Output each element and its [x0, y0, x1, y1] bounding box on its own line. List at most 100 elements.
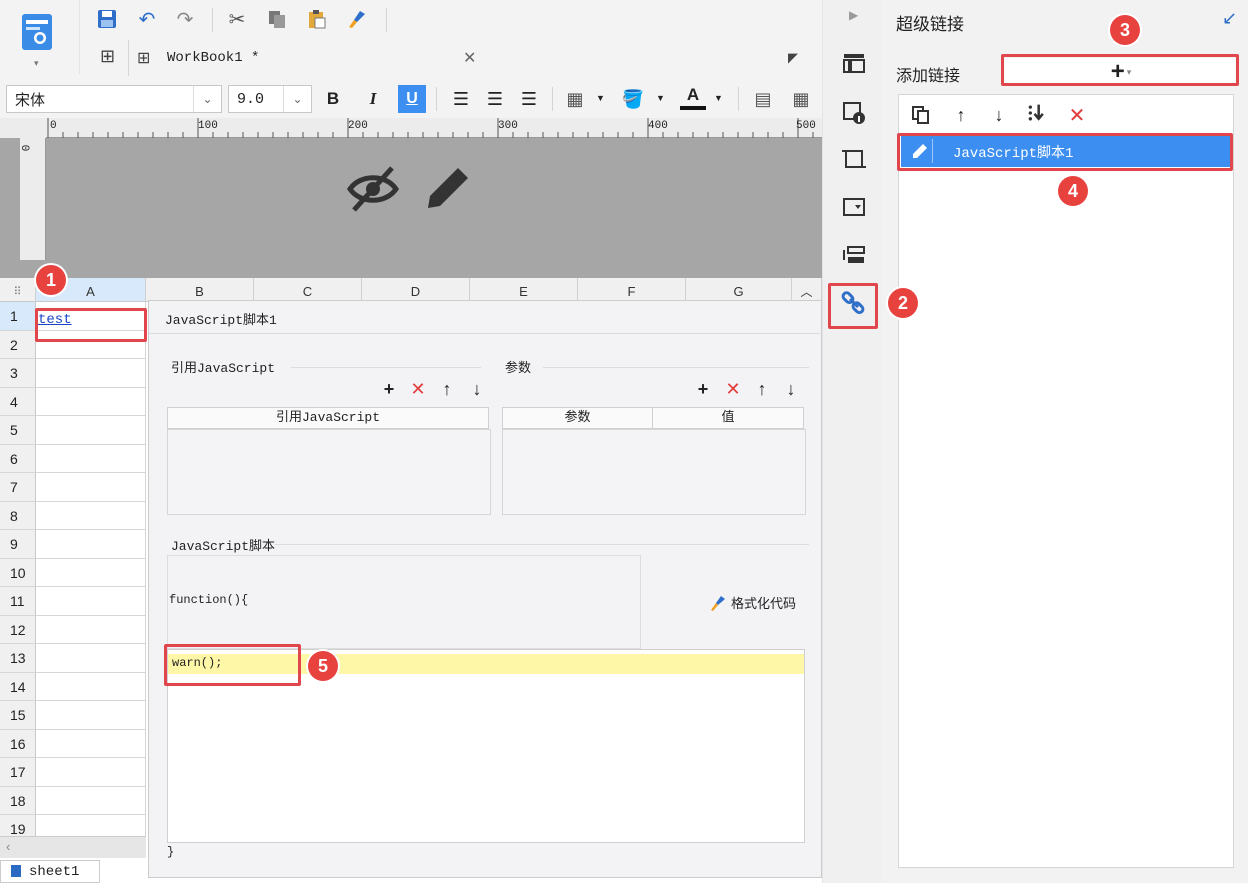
grid-cell[interactable]	[36, 473, 146, 502]
grid-cell[interactable]	[36, 786, 146, 815]
bold-icon[interactable]: B	[320, 86, 346, 112]
scroll-up-icon[interactable]: ︿	[792, 278, 822, 302]
copy-link-icon[interactable]	[911, 105, 931, 125]
row-header[interactable]: 16	[0, 729, 36, 758]
merge-cells-icon[interactable]: ▤	[750, 86, 776, 112]
grid-cell[interactable]	[36, 615, 146, 644]
row-header[interactable]: 12	[0, 615, 36, 644]
horizontal-scrollbar[interactable]: ‹	[0, 836, 146, 858]
add-param-icon[interactable]: +	[693, 379, 713, 399]
border-frame-icon[interactable]	[837, 142, 871, 176]
redo-icon[interactable]: ↷	[172, 6, 198, 32]
grid-cell[interactable]	[36, 359, 146, 388]
row-header[interactable]: 8	[0, 501, 36, 530]
italic-icon[interactable]: I	[360, 86, 386, 112]
row-header[interactable]: 2	[0, 330, 36, 359]
hide-eye-icon[interactable]	[346, 162, 400, 216]
cell-element-icon[interactable]	[837, 96, 871, 130]
collapse-arrow-icon[interactable]: ▶	[849, 8, 858, 22]
row-header[interactable]: 17	[0, 758, 36, 787]
logo-dropdown-icon[interactable]: ▾	[34, 58, 39, 69]
align-right-icon[interactable]: ☰	[516, 86, 542, 112]
edit-pencil-icon[interactable]	[424, 162, 474, 212]
column-header[interactable]: D	[362, 278, 470, 302]
row-header[interactable]: 14	[0, 672, 36, 701]
chevron-down-icon[interactable]: ▼	[596, 93, 605, 103]
font-name-select[interactable]: 宋体 ⌄	[6, 85, 222, 113]
row-header[interactable]: 5	[0, 416, 36, 445]
split-cells-icon[interactable]: ▦	[788, 86, 814, 112]
params-table-body[interactable]	[502, 429, 806, 515]
row-header[interactable]: 11	[0, 587, 36, 616]
grid-cell[interactable]	[36, 416, 146, 445]
ref-table-body[interactable]	[167, 429, 491, 515]
fill-color-icon[interactable]: 🪣	[620, 86, 646, 112]
font-color-icon[interactable]: A	[680, 84, 706, 110]
annotation-box-code	[164, 644, 301, 686]
column-header[interactable]: F	[578, 278, 686, 302]
grid-cell[interactable]	[36, 644, 146, 673]
undo-icon[interactable]: ↶	[134, 6, 160, 32]
row-header[interactable]: 3	[0, 359, 36, 388]
collapse-panel-icon[interactable]: ↙	[1222, 8, 1237, 29]
align-center-icon[interactable]: ☰	[482, 86, 508, 112]
delete-param-icon[interactable]: ✕	[723, 379, 743, 399]
delete-ref-icon[interactable]: ✕	[408, 379, 428, 399]
font-size-select[interactable]: 9.0 ⌄	[228, 85, 312, 113]
move-down-ref-icon[interactable]: ↓	[467, 379, 487, 399]
cut-icon[interactable]: ✂	[224, 6, 250, 32]
align-left-icon[interactable]: ☰	[448, 86, 474, 112]
grid-cell[interactable]	[36, 558, 146, 587]
new-workbook-icon[interactable]: ⊞	[100, 46, 115, 67]
chevron-down-icon[interactable]: ▼	[656, 93, 665, 103]
grid-cell[interactable]	[36, 672, 146, 701]
add-ref-icon[interactable]: +	[379, 379, 399, 399]
cell-attribute-icon[interactable]	[837, 46, 871, 80]
widget-icon[interactable]	[837, 190, 871, 224]
workbook-tab[interactable]: ⊞ WorkBook1 * ✕	[128, 40, 484, 76]
sort-link-icon[interactable]	[1027, 103, 1047, 123]
grid-cell[interactable]	[36, 701, 146, 730]
move-up-ref-icon[interactable]: ↑	[437, 379, 457, 399]
format-code-button[interactable]: 格式化代码	[709, 593, 796, 612]
move-down-link-icon[interactable]: ↓	[989, 105, 1009, 125]
chevron-down-icon[interactable]: ▼	[714, 93, 723, 103]
grid-cell[interactable]	[36, 729, 146, 758]
column-header[interactable]: E	[470, 278, 578, 302]
sheet-tab[interactable]: sheet1	[0, 860, 100, 883]
row-header[interactable]: 10	[0, 558, 36, 587]
column-header[interactable]: B	[146, 278, 254, 302]
underline-icon[interactable]: U	[398, 85, 426, 113]
select-all-icon[interactable]: ⠿	[0, 278, 36, 302]
grid-cell[interactable]	[36, 530, 146, 559]
row-header[interactable]: 13	[0, 644, 36, 673]
move-up-link-icon[interactable]: ↑	[951, 105, 971, 125]
grid-cell[interactable]	[36, 587, 146, 616]
row-header[interactable]: 4	[0, 387, 36, 416]
column-header[interactable]: C	[254, 278, 362, 302]
grid-cell[interactable]	[36, 501, 146, 530]
grid-cell[interactable]	[36, 387, 146, 416]
save-icon[interactable]	[94, 6, 120, 32]
app-logo[interactable]: ▾	[0, 0, 80, 74]
move-up-param-icon[interactable]: ↑	[752, 379, 772, 399]
grid-cell[interactable]	[36, 444, 146, 473]
column-header[interactable]: G	[686, 278, 792, 302]
border-icon[interactable]: ▦	[562, 86, 588, 112]
row-header[interactable]: 18	[0, 786, 36, 815]
delete-link-icon[interactable]: ✕	[1067, 105, 1087, 127]
condition-attr-icon[interactable]	[837, 238, 871, 272]
row-header[interactable]: 7	[0, 473, 36, 502]
scroll-left-icon[interactable]: ‹	[6, 839, 10, 854]
grid-cell[interactable]	[36, 758, 146, 787]
copy-icon[interactable]	[264, 6, 290, 32]
row-header[interactable]: 1	[0, 302, 36, 331]
move-down-param-icon[interactable]: ↓	[781, 379, 801, 399]
format-painter-icon[interactable]	[344, 6, 370, 32]
row-header[interactable]: 9	[0, 530, 36, 559]
row-header[interactable]: 6	[0, 444, 36, 473]
tab-menu-icon[interactable]: ◤	[788, 50, 798, 66]
row-header[interactable]: 15	[0, 701, 36, 730]
paste-icon[interactable]	[304, 6, 330, 32]
close-tab-icon[interactable]: ✕	[463, 48, 476, 68]
